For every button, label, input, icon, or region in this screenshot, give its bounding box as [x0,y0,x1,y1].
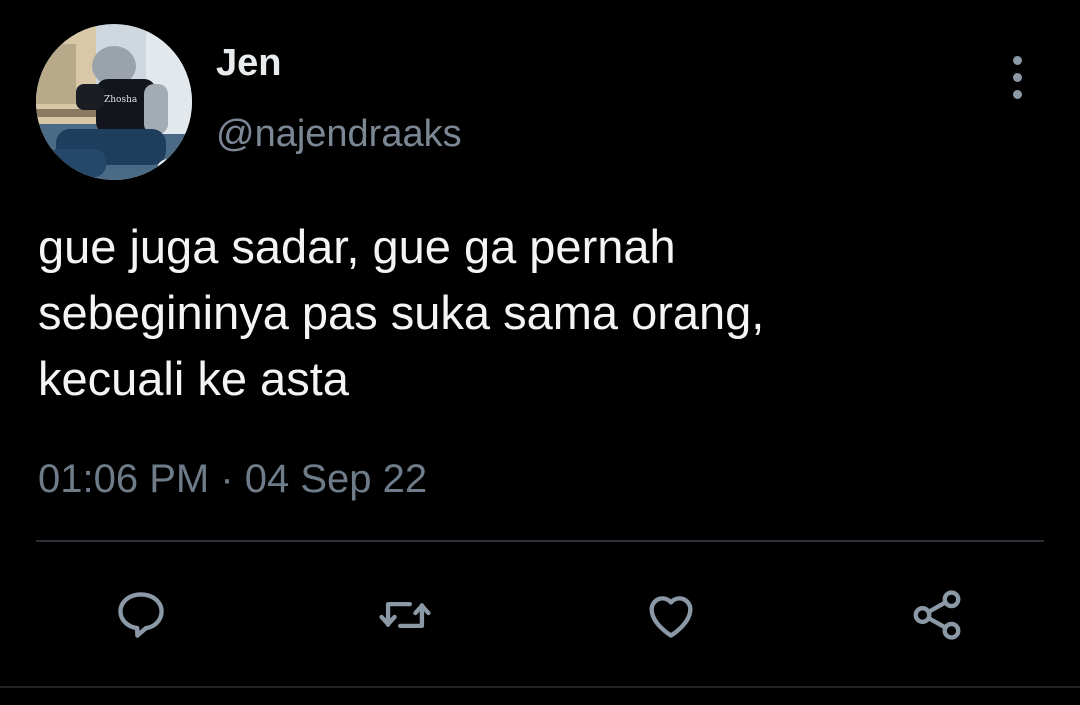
retweet-button[interactable] [370,580,440,650]
dot [1012,89,1022,99]
action-bar [0,580,1080,650]
reply-button[interactable] [106,580,176,650]
share-button[interactable] [902,580,972,650]
divider [0,686,1080,688]
dot [1012,72,1022,82]
heart-icon [649,596,693,638]
tweet-detail: Zhosha Jen @najendraaks gue juga sadar, … [0,0,1080,705]
svg-text:Zhosha: Zhosha [104,95,138,105]
divider [36,540,1044,542]
more-options-icon[interactable] [992,52,1042,102]
avatar[interactable]: Zhosha [36,24,192,180]
retweet-arrows-icon [379,601,431,629]
like-button[interactable] [636,580,706,650]
author-display-name[interactable]: Jen [216,40,281,86]
profile-photo-icon: Zhosha [36,24,192,180]
share-nodes-icon [913,590,961,640]
speech-bubble-icon [118,592,164,638]
tweet-timestamp[interactable]: 01:06 PM · 04 Sep 22 [38,454,427,504]
tweet-text: gue juga sadar, gue ga pernah sebegininy… [38,220,765,405]
dot [1012,55,1022,65]
author-handle[interactable]: @najendraaks [216,110,462,158]
